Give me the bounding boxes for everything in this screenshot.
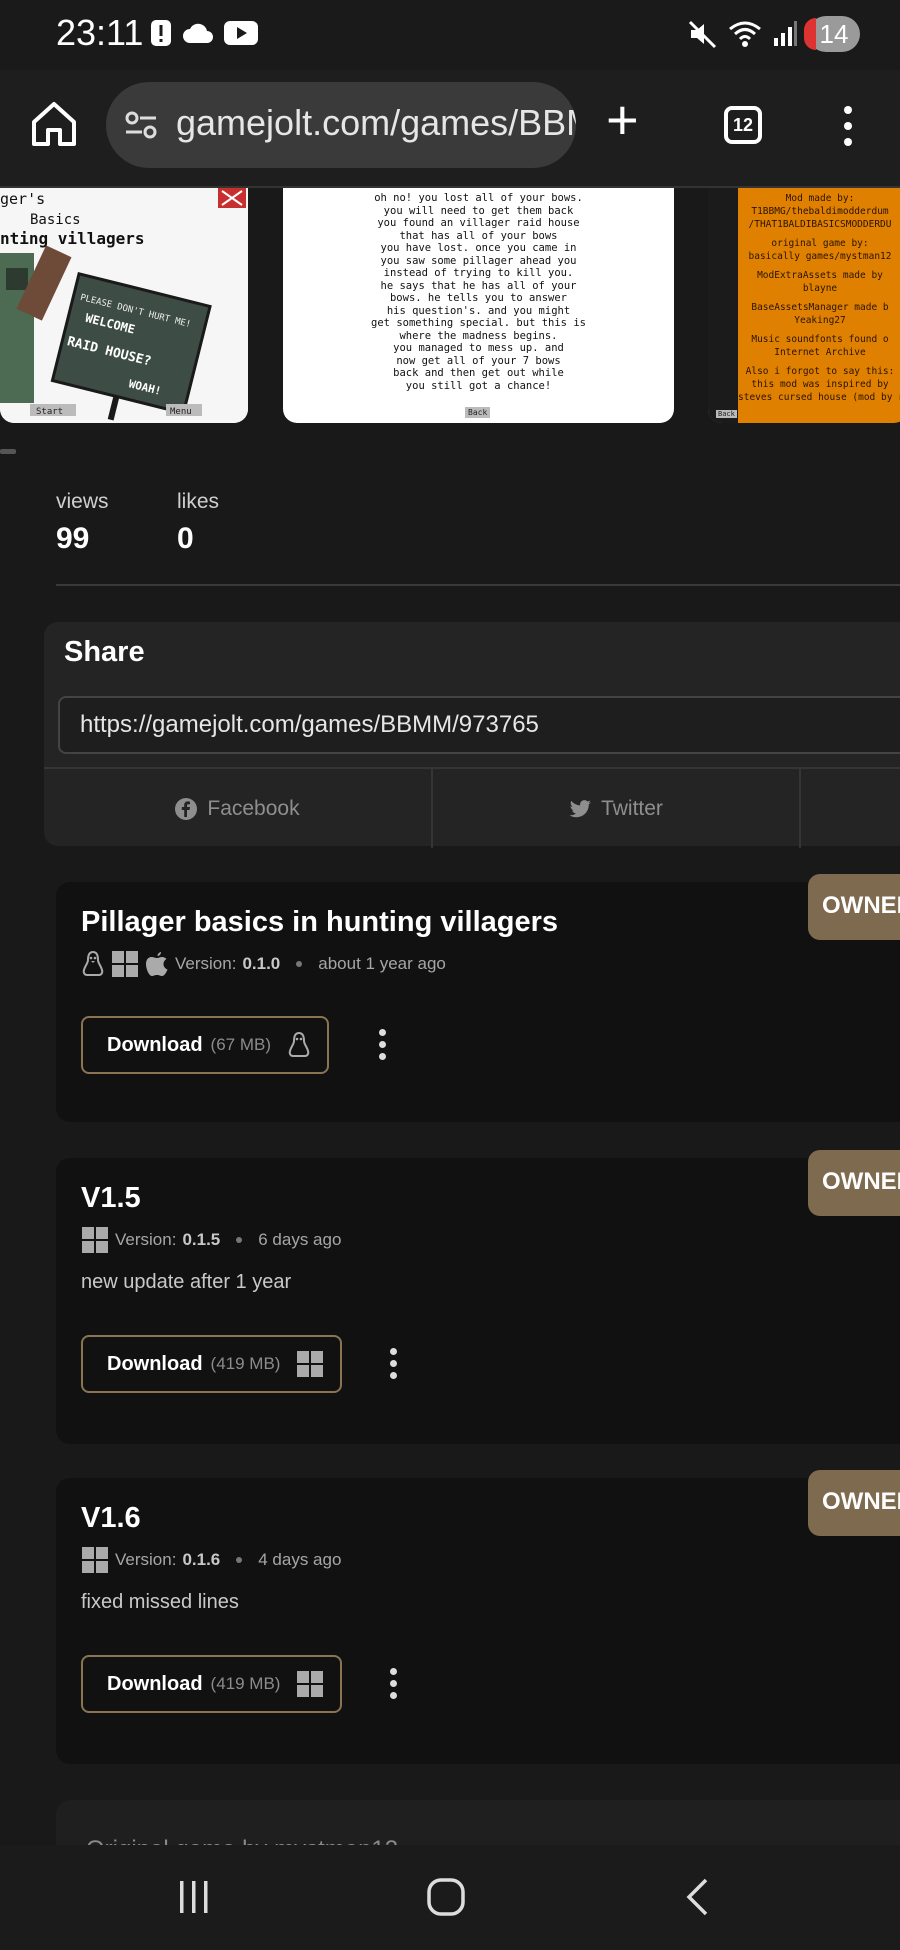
views-count: 99 (56, 522, 90, 555)
likes-label: likes (177, 490, 220, 513)
status-bar: 23:11 14 (0, 0, 900, 70)
home-button-icon[interactable] (426, 1877, 466, 1917)
likes-count: 0 (177, 522, 194, 555)
game-screenshot-image: ger's Basics nting villagers PLEASE DON'… (0, 188, 248, 423)
thumb-title-line3: nting villagers (0, 229, 145, 248)
divider (56, 584, 900, 586)
views-stat: views 99 (56, 490, 109, 556)
share-buttons: Facebook Twitter (44, 767, 900, 848)
release-date: 6 days ago (258, 1230, 342, 1249)
download-button[interactable]: Download (419 MB) (81, 1335, 343, 1393)
share-link-text[interactable]: https://gamejolt.com/games/BBMM/973765 (80, 711, 539, 739)
more-options-icon[interactable] (383, 1344, 403, 1384)
windows-icon (82, 1547, 108, 1573)
windows-icon (297, 1671, 324, 1697)
release-title: Pillager basics in hunting villagers (81, 906, 559, 938)
release-card: OWNER V1.5 Version: 0.1.5 6 days ago new… (56, 1150, 900, 1444)
linux-icon (82, 950, 104, 976)
release-title: V1.5 (81, 1182, 141, 1214)
facebook-label: Facebook (207, 796, 300, 820)
release-meta: Version: 0.1.6 4 days ago (81, 1546, 341, 1574)
owner-badge: OWNER (808, 874, 900, 940)
more-options-icon[interactable] (372, 1025, 392, 1065)
browser-toolbar: gamejolt.com/games/BBMM/973765 + 12 (0, 70, 900, 188)
system-icons: 14 (688, 16, 860, 52)
site-settings-icon[interactable] (124, 110, 158, 140)
release-card: OWNER V1.6 Version: 0.1.6 4 days ago fix… (56, 1470, 900, 1764)
share-panel: Share https://gamejolt.com/games/BBMM/97… (44, 622, 900, 848)
version-number: 0.1.0 (242, 954, 281, 973)
linux-icon (288, 1031, 310, 1057)
recent-apps-icon[interactable] (176, 1879, 212, 1915)
share-title: Share (64, 636, 145, 668)
notification-icons (150, 18, 258, 48)
thumb-back-button: Back (716, 410, 737, 418)
new-tab-button[interactable]: + (606, 92, 639, 148)
release-date: 4 days ago (258, 1550, 342, 1569)
screenshot-thumb[interactable]: ger's Basics nting villagers PLEASE DON'… (0, 188, 248, 423)
home-icon[interactable] (28, 98, 80, 150)
battery-badge: 14 (804, 16, 860, 52)
screenshot-thumb[interactable]: oh no! you lost all of your bows. you wi… (283, 188, 674, 423)
url-text[interactable]: gamejolt.com/games/BBMM/973765 (176, 102, 576, 144)
release-description: fixed missed lines (81, 1591, 239, 1613)
windows-icon (297, 1351, 324, 1377)
owner-badge: OWNER (808, 1470, 900, 1536)
windows-icon (112, 951, 138, 977)
release-description: new update after 1 year (81, 1271, 292, 1293)
address-bar[interactable]: gamejolt.com/games/BBMM/973765 (106, 82, 576, 168)
thumb-title-line2: Basics (30, 212, 81, 228)
owner-badge: OWNER (808, 1150, 900, 1216)
system-navigation-bar (0, 1845, 900, 1950)
thumb-back-button: Back (465, 407, 491, 418)
release-card: OWNER Pillager basics in hunting village… (56, 874, 900, 1122)
views-label: views (56, 490, 109, 513)
more-options-icon[interactable] (383, 1664, 403, 1704)
share-link-field[interactable]: https://gamejolt.com/games/BBMM/973765 (58, 696, 900, 754)
mute-icon (688, 20, 717, 49)
facebook-icon (175, 797, 198, 820)
twitter-label: Twitter (601, 796, 663, 820)
story-text: oh no! you lost all of your bows. you wi… (371, 192, 586, 392)
download-button[interactable]: Download (419 MB) (81, 1655, 343, 1713)
tab-switcher-button[interactable]: 12 (724, 106, 762, 144)
screenshot-carousel[interactable]: ger's Basics nting villagers PLEASE DON'… (0, 188, 900, 438)
screenshot-thumb[interactable]: Mod made by: T1BBMG/thebaldimodderdum /T… (708, 188, 900, 423)
release-title: V1.6 (81, 1502, 141, 1534)
signal-icon (774, 21, 797, 46)
thumb-menu-button: Menu (170, 407, 192, 417)
back-icon[interactable] (684, 1877, 712, 1917)
twitter-icon (569, 799, 592, 817)
thumb-start-button: Start (36, 407, 63, 417)
browser-menu-icon[interactable] (838, 104, 858, 148)
version-number: 0.1.5 (182, 1230, 221, 1249)
download-button[interactable]: Download (67 MB) (81, 1016, 330, 1074)
youtube-icon (224, 21, 258, 45)
version-number: 0.1.6 (182, 1550, 221, 1569)
carousel-scroll-indicator (0, 449, 16, 454)
apple-icon (146, 952, 168, 976)
release-meta: Version: 0.1.0 about 1 year ago (81, 950, 446, 978)
thumb-title-line1: ger's (0, 190, 45, 208)
cloud-icon (183, 23, 213, 43)
screen: 23:11 14 gamejolt.com/games/BBMM/973765 … (0, 0, 900, 1950)
facebook-share-button[interactable]: Facebook (44, 769, 433, 848)
release-date: about 1 year ago (318, 954, 446, 973)
likes-stat: likes 0 (177, 490, 219, 556)
twitter-share-button[interactable]: Twitter (433, 769, 801, 848)
windows-icon (82, 1227, 108, 1253)
release-meta: Version: 0.1.5 6 days ago (81, 1226, 341, 1254)
alert-icon (151, 20, 171, 46)
clock: 23:11 (56, 12, 144, 53)
wifi-icon (729, 21, 761, 47)
